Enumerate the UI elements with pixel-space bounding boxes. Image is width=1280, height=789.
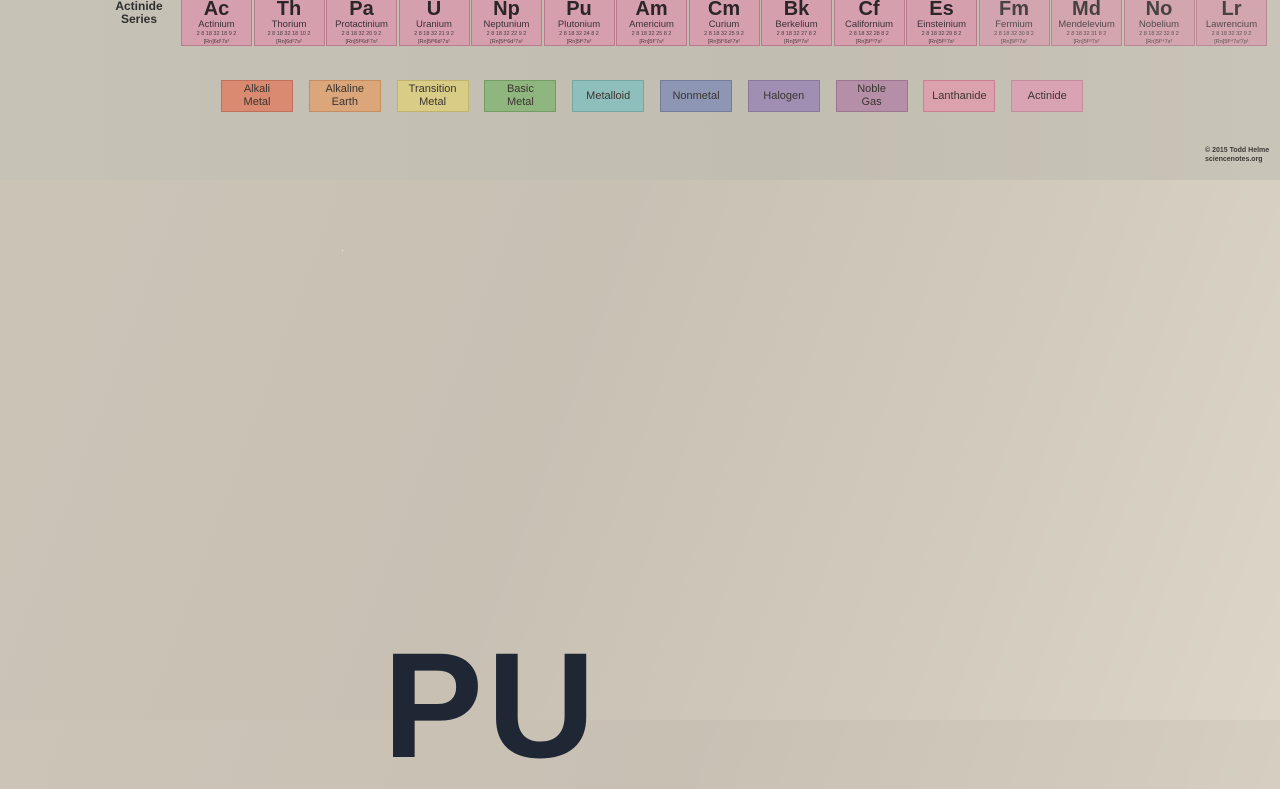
element-symbol: Bk [783, 0, 810, 20]
cursor-dot [342, 250, 343, 251]
element-name: Mendelevium [1058, 19, 1115, 30]
element-tile-curium: Cm Curium 2 8 18 32 25 9 2 [Rn]5f⁷6d¹7s² [688, 0, 760, 46]
element-name: Plutonium [557, 19, 601, 30]
electron-shells: 2 8 18 32 29 8 2 [921, 31, 962, 37]
element-tile-americium: Am Americium 2 8 18 32 25 8 2 [Rn]5f⁷7s² [616, 0, 687, 46]
element-tile-einsteinium: Es Einsteinium 2 8 18 32 29 8 2 [Rn]5f¹¹7s² [906, 0, 977, 46]
electron-config: [Rn]5f¹⁴7s² [1145, 39, 1173, 45]
legend-swatch-transition-metal: Transition Metal [396, 80, 469, 112]
electron-config: [Rn]6d¹7s² [203, 39, 230, 45]
electron-config: [Rn]5f³6d¹7s² [417, 39, 451, 45]
element-symbol: Cm [707, 0, 741, 20]
element-symbol: Pa [349, 0, 374, 20]
electron-config: [Rn]6d²7s² [276, 39, 302, 45]
electron-shells: 2 8 18 32 25 8 2 [631, 31, 672, 37]
electron-shells: 2 8 18 32 27 8 2 [776, 31, 817, 37]
element-symbol: Np [493, 0, 520, 20]
element-name: Uranium [416, 19, 452, 30]
element-tile-californium: Cf Californium 2 8 18 32 28 8 2 [Rn]5f¹⁰7s² [833, 0, 905, 46]
element-name: Neptunium [483, 19, 530, 30]
electron-shells: 2 8 18 32 22 9 2 [486, 31, 527, 37]
element-tile-uranium: U Uranium 2 8 18 32 21 9 2 [Rn]5f³6d¹7s² [398, 0, 470, 46]
electron-config: [Rn]5f¹⁴7s²7p¹ [1214, 39, 1249, 45]
element-tile-plutonium: Pu Plutonium 2 8 18 32 24 8 2 [Rn]5f⁶7s² [543, 0, 615, 46]
legend-swatch-halogen: Halogen [747, 80, 820, 112]
electron-shells: 2 8 18 32 30 8 2 [994, 31, 1034, 37]
actinide-series-label: Actinide Series [115, 0, 163, 26]
electron-config: [Rn]5f⁶7s² [566, 39, 592, 45]
element-tile-fermium: Fm Fermium 2 8 18 32 30 8 2 [Rn]5f¹²7s² [978, 0, 1050, 46]
electron-config: [Rn]5f⁷6d¹7s² [707, 39, 741, 45]
element-symbol: Ac [203, 0, 230, 20]
electron-shells: 2 8 18 32 25 9 2 [704, 31, 744, 37]
electron-config: [Rn]5f⁴6d¹7s² [490, 39, 523, 45]
electron-config: [Rn]5f¹⁰7s² [855, 39, 883, 45]
element-name: Protactinium [335, 19, 388, 30]
electron-config: [Rn]5f⁹7s² [784, 39, 809, 45]
copyright-credit: © 2015 Todd Helme sciencenotes.org [1205, 146, 1269, 164]
element-tile-protactinium: Pa Protactinium 2 8 18 32 20 9 2 [Rn]5f²6d¹… [326, 0, 397, 46]
element-tile-lawrencium: Lr Lawrencium 2 8 18 32 32 9 2 [Rn]5f¹⁴7s²7… [1196, 0, 1267, 46]
element-name: Lawrencium [1205, 19, 1258, 30]
legend-swatch-noble-gas: Noble Gas [835, 80, 908, 112]
electron-shells: 2 8 18 32 32 8 2 [1139, 31, 1179, 37]
credit-line-1: © 2015 Todd Helme [1205, 147, 1270, 154]
element-name: Americium [629, 19, 674, 30]
electron-config: [Rn]5f¹²7s² [1001, 39, 1027, 45]
periodic-table-poster: Actinide Series Ac Actinium 2 8 18 32 18 9… [0, 0, 1280, 180]
element-symbol: U [426, 0, 442, 20]
electron-shells: 2 8 18 32 18 9 2 [196, 31, 237, 37]
element-name: Californium [844, 19, 894, 30]
element-symbol: Pu [566, 0, 592, 20]
electron-shells: 2 8 18 32 21 9 2 [414, 31, 454, 37]
legend-swatch-lanthanide: Lanthanide [923, 80, 996, 112]
electron-shells: 2 8 18 32 28 8 2 [849, 31, 889, 37]
actinide-elements-row: Ac Actinium 2 8 18 32 18 9 2 [Rn]6d¹7s² Th Th… [181, 0, 1280, 48]
element-name: Nobelium [1138, 19, 1180, 30]
element-name: Einsteinium [916, 19, 967, 30]
element-symbol: Cf [858, 0, 880, 20]
element-tile-mendelevium: Md Mendelevium 2 8 18 32 31 8 2 [Rn]5f¹³7s² [1051, 0, 1122, 46]
credit-line-2: sciencenotes.org [1205, 156, 1263, 163]
legend-swatch-alkali-metal: Alkali Metal [221, 80, 293, 112]
element-symbol: Am [635, 0, 668, 20]
large-title-text: PU [383, 621, 600, 789]
element-symbol: Th [276, 0, 302, 20]
element-symbol: Es [929, 0, 954, 20]
legend-swatch-alkaline-earth: Alkaline Earth [308, 80, 381, 112]
electron-shells: 2 8 18 32 31 8 2 [1066, 31, 1107, 37]
element-name: Fermium [995, 19, 1033, 30]
element-tile-neptunium: Np Neptunium 2 8 18 32 22 9 2 [Rn]5f⁴6d¹7s² [471, 0, 542, 46]
element-tile-berkelium: Bk Berkelium 2 8 18 32 27 8 2 [Rn]5f⁹7s² [761, 0, 832, 46]
electron-config: [Rn]5f¹¹7s² [928, 39, 955, 45]
legend-swatch-metalloid: Metalloid [572, 80, 645, 112]
legend-swatch-basic-metal: Basic Metal [484, 80, 557, 112]
electron-config: [Rn]5f²6d¹7s² [345, 39, 378, 45]
electron-shells: 2 8 18 32 20 9 2 [341, 31, 382, 37]
element-symbol: Fm [999, 0, 1029, 20]
electron-shells: 2 8 18 32 18 10 2 [267, 31, 311, 37]
electron-shells: 2 8 18 32 24 8 2 [559, 31, 599, 37]
electron-config: [Rn]5f¹³7s² [1073, 39, 1100, 45]
element-symbol: Md [1072, 0, 1101, 20]
element-symbol: Lr [1221, 0, 1242, 20]
element-tile-thorium: Th Thorium 2 8 18 32 18 10 2 [Rn]6d²7s² [253, 0, 325, 46]
legend-swatch-nonmetal: Nonmetal [660, 80, 732, 112]
element-name: Berkelium [775, 19, 818, 30]
electron-config: [Rn]5f⁷7s² [639, 39, 664, 45]
element-name: Actinium [198, 19, 235, 30]
legend-swatch-actinide: Actinide [1011, 80, 1084, 112]
element-name: Curium [708, 19, 740, 30]
element-tile-nobelium: No Nobelium 2 8 18 32 32 8 2 [Rn]5f¹⁴7s² [1123, 0, 1195, 46]
element-symbol: No [1145, 0, 1173, 20]
element-name: Thorium [271, 19, 307, 30]
electron-shells: 2 8 18 32 32 9 2 [1211, 31, 1252, 37]
element-tile-actinium: Ac Actinium 2 8 18 32 18 9 2 [Rn]6d¹7s² [181, 0, 252, 46]
